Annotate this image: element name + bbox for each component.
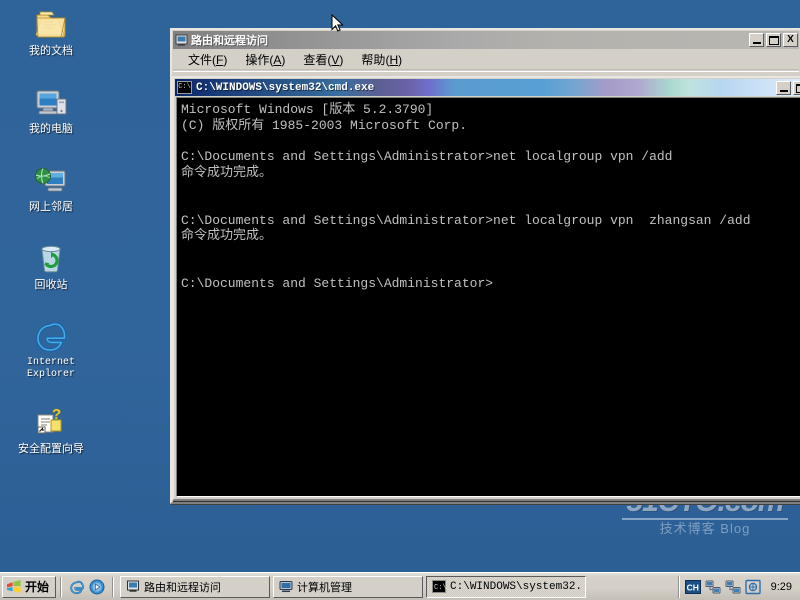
taskbar-button-computer-management[interactable]: 计算机管理	[273, 575, 424, 598]
desktop-icon-my-computer[interactable]: 我的电脑	[2, 84, 100, 135]
desktop-icon-security-configuration-wizard[interactable]: ? 安全配置向导	[2, 404, 100, 455]
console-line: C:\Documents and Settings\Administrator>	[181, 275, 494, 291]
maximize-button[interactable]	[766, 33, 781, 47]
desktop-icon-label: 回收站	[34, 279, 68, 291]
tray-ime-chinese-indicator[interactable]: CH	[684, 579, 701, 595]
console-line: Microsoft Windows [版本 5.2.3790]	[181, 102, 434, 117]
desktop-icon-label: 安全配置向导	[18, 443, 84, 455]
desktop-icon-recycle-bin[interactable]: 回收站	[2, 240, 100, 291]
my-computer-icon	[33, 84, 69, 120]
desktop-icon-label: Internet Explorer	[26, 357, 75, 380]
taskbar-clock[interactable]: 9:29	[765, 581, 796, 593]
my-documents-folder-icon	[33, 6, 69, 42]
menu-item-file[interactable]: 文件(F)	[179, 49, 236, 70]
quicklaunch-media-player-icon[interactable]	[89, 579, 105, 595]
computer-management-icon	[279, 580, 293, 593]
desktop-icon-internet-explorer[interactable]: Internet Explorer	[2, 318, 100, 381]
console-line: 命令成功完成。	[181, 165, 273, 181]
taskbar-button-label: 路由和远程访问	[144, 581, 222, 594]
console-output[interactable]: Microsoft Windows [版本 5.2.3790] (C) 版权所有 …	[176, 97, 800, 497]
taskbar-button-label: 计算机管理	[297, 581, 353, 594]
security-configuration-wizard-icon: ?	[33, 404, 69, 440]
watermark-rule	[622, 518, 788, 520]
mmc-titlebar[interactable]: 路由和远程访问 X	[173, 31, 799, 49]
mmc-window-buttons[interactable]: X	[749, 33, 798, 47]
command-prompt-icon: C:\	[432, 580, 447, 593]
command-prompt-icon: C:\	[177, 81, 192, 94]
svg-text:CH: CH	[686, 582, 698, 592]
svg-text:?: ?	[52, 406, 61, 423]
taskbar-divider-2	[112, 576, 115, 597]
cmd-title-text: C:\WINDOWS\system32\cmd.exe	[196, 81, 375, 94]
mmc-menubar[interactable]: 文件(F) 操作(A) 查看(V) 帮助(H)	[173, 50, 799, 70]
quicklaunch-internet-explorer-icon[interactable]	[69, 579, 85, 595]
taskbar-button-command-prompt[interactable]: C:\ C:\WINDOWS\system32...	[426, 575, 587, 598]
start-button[interactable]: 开始	[2, 575, 57, 598]
tray-network-connection-icon-2[interactable]	[725, 579, 741, 595]
console-line: C:\Documents and Settings\Administrator>…	[181, 212, 751, 228]
console-line: (C) 版权所有 1985-2003 Microsoft Corp.	[181, 117, 468, 133]
tray-shield-network-icon[interactable]	[744, 579, 761, 595]
taskbar-task-list[interactable]: 路由和远程访问 计算机管理 C:\ C:\WINDOWS\system32...	[118, 575, 678, 598]
mmc-console-icon	[175, 34, 188, 47]
minimize-button[interactable]	[749, 33, 764, 47]
menu-item-view[interactable]: 查看(V)	[294, 49, 352, 70]
desktop-surface[interactable]: 我的文档 我的电脑 网上邻居 回收站 Internet Explorer ? 安…	[0, 0, 800, 572]
cmd-titlebar[interactable]: C:\ C:\WINDOWS\system32\cmd.exe	[175, 79, 800, 96]
desktop-icon-network-neighborhood[interactable]: 网上邻居	[2, 162, 100, 213]
taskbar[interactable]: 开始 路由和远程访问 计算机管理 C:\ C:\WINDOWS\system32…	[0, 572, 800, 600]
recycle-bin-icon	[33, 240, 69, 276]
desktop-icon-label: 网上邻居	[29, 201, 73, 213]
console-line: C:\Documents and Settings\Administrator>…	[181, 149, 673, 165]
menu-item-help[interactable]: 帮助(H)	[352, 49, 411, 70]
close-button[interactable]: X	[783, 33, 798, 47]
console-line: 命令成功完成。	[181, 228, 273, 244]
desktop-icon-label: 我的文档	[29, 45, 73, 57]
start-button-label: 开始	[25, 580, 50, 594]
watermark-line-2: 技术博客 Blog	[659, 521, 751, 536]
taskbar-button-routing-and-remote-access[interactable]: 路由和远程访问	[120, 575, 271, 598]
window-command-prompt[interactable]: C:\ C:\WINDOWS\system32\cmd.exe Microsof…	[172, 76, 800, 501]
system-tray[interactable]: CH 9:29	[677, 575, 800, 598]
quick-launch-bar[interactable]	[66, 579, 108, 595]
windows-flag-icon	[6, 579, 22, 594]
desktop-icon-my-documents[interactable]: 我的文档	[2, 6, 100, 57]
mmc-title-text: 路由和远程访问	[191, 35, 268, 47]
internet-explorer-icon	[33, 318, 69, 354]
maximize-button[interactable]	[793, 80, 800, 95]
taskbar-button-label: C:\WINDOWS\system32...	[450, 580, 580, 593]
network-neighborhood-icon	[33, 162, 69, 198]
minimize-button[interactable]	[776, 80, 791, 95]
desktop-icon-label: 我的电脑	[29, 123, 73, 135]
mmc-console-icon	[126, 580, 140, 593]
tray-network-connection-icon-1[interactable]	[705, 579, 721, 595]
svg-text:C:\: C:\	[434, 584, 446, 592]
menu-item-action[interactable]: 操作(A)	[236, 49, 294, 70]
cmd-window-buttons[interactable]	[776, 80, 800, 95]
taskbar-divider-1	[60, 576, 63, 597]
